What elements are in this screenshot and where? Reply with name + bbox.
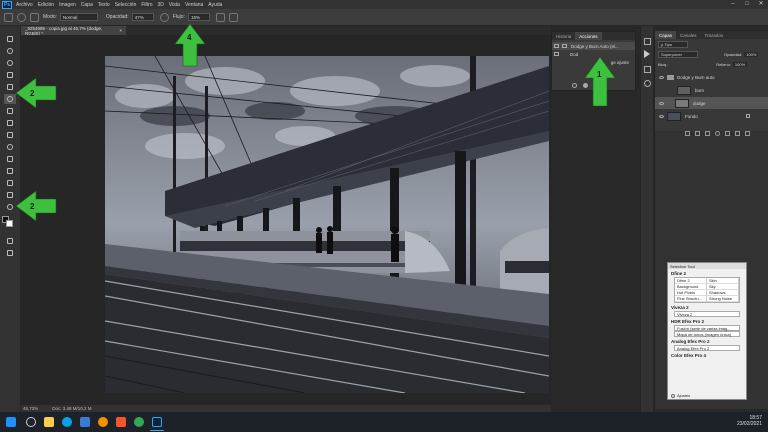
firefox-icon[interactable]	[98, 417, 108, 427]
annotation-arrow-2-colors	[15, 190, 57, 222]
annotation-arrows	[15, 23, 616, 222]
annotation-number: 4	[187, 33, 192, 42]
photoshop-icon[interactable]	[152, 417, 162, 427]
annotation-number: 1	[597, 70, 602, 79]
windows-icon[interactable]	[6, 417, 16, 427]
clock[interactable]: 18:57 23/02/2021	[728, 415, 762, 427]
annotation-number: 2	[30, 202, 35, 211]
brave-icon[interactable]	[116, 417, 126, 427]
clock-date: 23/02/2021	[736, 421, 762, 427]
annotation-arrow-4	[174, 23, 206, 67]
chrome-icon[interactable]	[134, 417, 144, 427]
annotation-arrow-2-brush	[15, 77, 57, 109]
annotation-number: 2	[30, 89, 35, 98]
search-icon[interactable]	[26, 417, 36, 427]
annotation-arrow-1	[584, 56, 616, 107]
edge-icon[interactable]	[62, 417, 72, 427]
windows-taskbar: 18:57 23/02/2021	[0, 412, 768, 432]
active-app-indicator	[150, 430, 164, 431]
store-icon[interactable]	[80, 417, 90, 427]
explorer-icon[interactable]	[44, 417, 54, 427]
